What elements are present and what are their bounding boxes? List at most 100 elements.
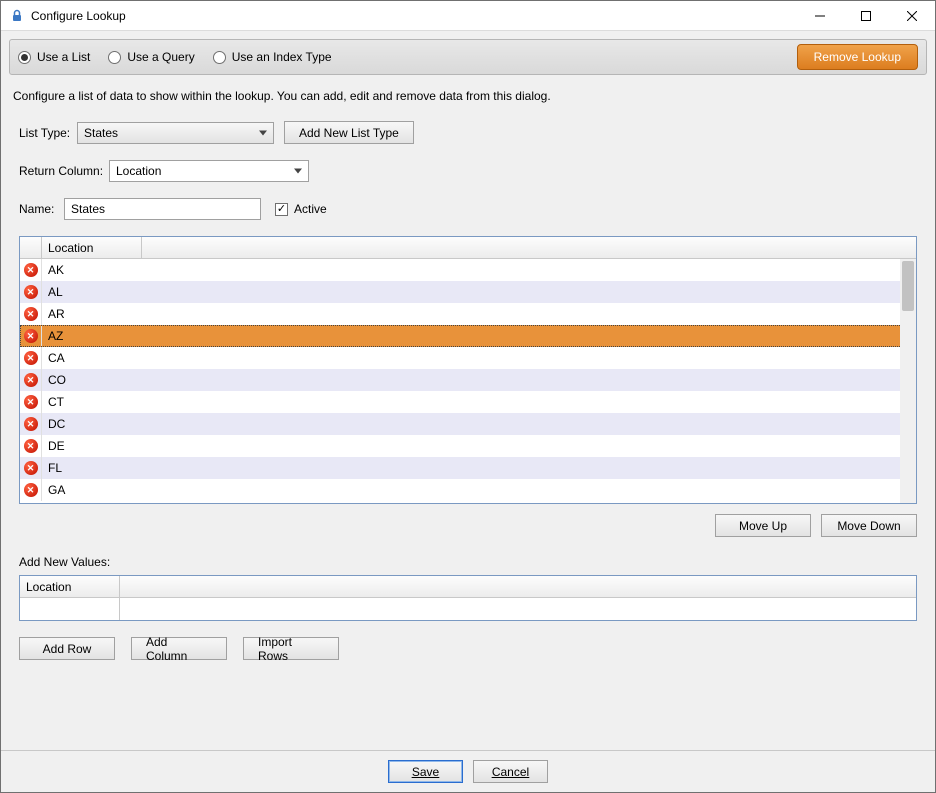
move-up-button[interactable]: Move Up — [715, 514, 811, 537]
add-list-type-button[interactable]: Add New List Type — [284, 121, 414, 144]
table-row[interactable]: AR — [20, 303, 916, 325]
delete-icon — [24, 351, 38, 365]
radio-dot-icon — [18, 51, 31, 64]
cancel-label: Cancel — [492, 765, 529, 779]
delete-icon — [24, 461, 38, 475]
radio-dot-icon — [213, 51, 226, 64]
delete-icon — [24, 263, 38, 277]
form-area: List Type: States Add New List Type Retu… — [9, 121, 927, 660]
list-type-value: States — [84, 126, 118, 140]
table-row[interactable]: DC — [20, 413, 916, 435]
row-delete-handle[interactable] — [20, 369, 42, 391]
add-grid-header: Location — [20, 576, 916, 598]
row-delete-handle[interactable] — [20, 413, 42, 435]
radio-use-list[interactable]: Use a List — [18, 50, 90, 64]
active-checkbox[interactable]: Active — [275, 202, 327, 216]
radio-label: Use a List — [37, 50, 90, 64]
location-cell[interactable]: DE — [42, 439, 916, 453]
location-cell[interactable]: AZ — [42, 329, 916, 343]
location-cell[interactable]: AR — [42, 307, 916, 321]
name-label: Name: — [19, 202, 64, 216]
location-cell[interactable]: DC — [42, 417, 916, 431]
grid-scrollbar[interactable] — [900, 259, 916, 503]
radio-label: Use an Index Type — [232, 50, 332, 64]
save-label: Save — [412, 765, 439, 779]
import-rows-button[interactable]: Import Rows — [243, 637, 339, 660]
titlebar: Configure Lookup — [1, 1, 935, 31]
location-cell[interactable]: FL — [42, 461, 916, 475]
list-type-row: List Type: States Add New List Type — [19, 121, 917, 144]
delete-icon — [24, 417, 38, 431]
window-title: Configure Lookup — [31, 9, 126, 23]
row-delete-handle[interactable] — [20, 325, 42, 347]
move-buttons: Move Up Move Down — [19, 514, 917, 537]
table-row[interactable]: GA — [20, 479, 916, 501]
mode-radio-group: Use a List Use a Query Use an Index Type — [18, 50, 332, 64]
table-row[interactable]: AZ — [20, 325, 916, 347]
move-down-button[interactable]: Move Down — [821, 514, 917, 537]
radio-dot-icon — [108, 51, 121, 64]
table-row[interactable]: FL — [20, 457, 916, 479]
mode-bar: Use a List Use a Query Use an Index Type… — [9, 39, 927, 75]
delete-icon — [24, 483, 38, 497]
add-row-button[interactable]: Add Row — [19, 637, 115, 660]
location-cell[interactable]: AL — [42, 285, 916, 299]
row-action-buttons: Add Row Add Column Import Rows — [19, 637, 917, 660]
table-row[interactable]: DE — [20, 435, 916, 457]
maximize-button[interactable] — [843, 1, 889, 31]
close-button[interactable] — [889, 1, 935, 31]
add-values-grid: Location — [19, 575, 917, 621]
return-column-label: Return Column: — [19, 164, 109, 178]
row-delete-handle[interactable] — [20, 435, 42, 457]
row-delete-handle[interactable] — [20, 259, 42, 281]
delete-icon — [24, 329, 38, 343]
chevron-down-icon — [294, 169, 302, 174]
table-row[interactable]: AL — [20, 281, 916, 303]
row-delete-handle[interactable] — [20, 347, 42, 369]
row-delete-handle[interactable] — [20, 281, 42, 303]
delete-icon — [24, 439, 38, 453]
location-cell[interactable]: CO — [42, 373, 916, 387]
grid-column-header[interactable]: Location — [42, 237, 142, 258]
return-column-dropdown[interactable]: Location — [109, 160, 309, 182]
window: Configure Lookup Use a List Use a Query — [0, 0, 936, 793]
list-type-dropdown[interactable]: States — [77, 122, 274, 144]
delete-icon — [24, 285, 38, 299]
cancel-button[interactable]: Cancel — [473, 760, 548, 783]
delete-icon — [24, 307, 38, 321]
grid-header: Location — [20, 237, 916, 259]
checkbox-icon — [275, 203, 288, 216]
table-row[interactable]: CA — [20, 347, 916, 369]
location-cell[interactable]: CT — [42, 395, 916, 409]
location-cell[interactable]: CA — [42, 351, 916, 365]
location-cell[interactable]: AK — [42, 263, 916, 277]
grid-row-handle-header — [20, 237, 42, 258]
table-row[interactable]: CT — [20, 391, 916, 413]
name-input[interactable] — [64, 198, 261, 220]
description-text: Configure a list of data to show within … — [13, 89, 923, 103]
table-row[interactable]: AK — [20, 259, 916, 281]
grid-body: AK AL AR AZ CA CO CT DC DE FL GA — [20, 259, 916, 503]
add-grid-cell[interactable] — [20, 598, 120, 620]
add-grid-row[interactable] — [20, 598, 916, 620]
remove-lookup-button[interactable]: Remove Lookup — [797, 44, 918, 70]
radio-use-query[interactable]: Use a Query — [108, 50, 194, 64]
row-delete-handle[interactable] — [20, 479, 42, 501]
location-cell[interactable]: GA — [42, 483, 916, 497]
row-delete-handle[interactable] — [20, 391, 42, 413]
minimize-button[interactable] — [797, 1, 843, 31]
save-button[interactable]: Save — [388, 760, 463, 783]
row-delete-handle[interactable] — [20, 303, 42, 325]
scrollbar-thumb[interactable] — [902, 261, 914, 311]
add-grid-column-header[interactable]: Location — [20, 576, 120, 597]
dialog-body: Use a List Use a Query Use an Index Type… — [1, 31, 935, 750]
locations-grid: Location AK AL AR AZ CA CO CT DC DE FL GA — [19, 236, 917, 504]
radio-use-index-type[interactable]: Use an Index Type — [213, 50, 332, 64]
add-column-button[interactable]: Add Column — [131, 637, 227, 660]
chevron-down-icon — [259, 130, 267, 135]
radio-label: Use a Query — [127, 50, 194, 64]
name-row: Name: Active — [19, 198, 917, 220]
table-row[interactable]: CO — [20, 369, 916, 391]
delete-icon — [24, 395, 38, 409]
row-delete-handle[interactable] — [20, 457, 42, 479]
